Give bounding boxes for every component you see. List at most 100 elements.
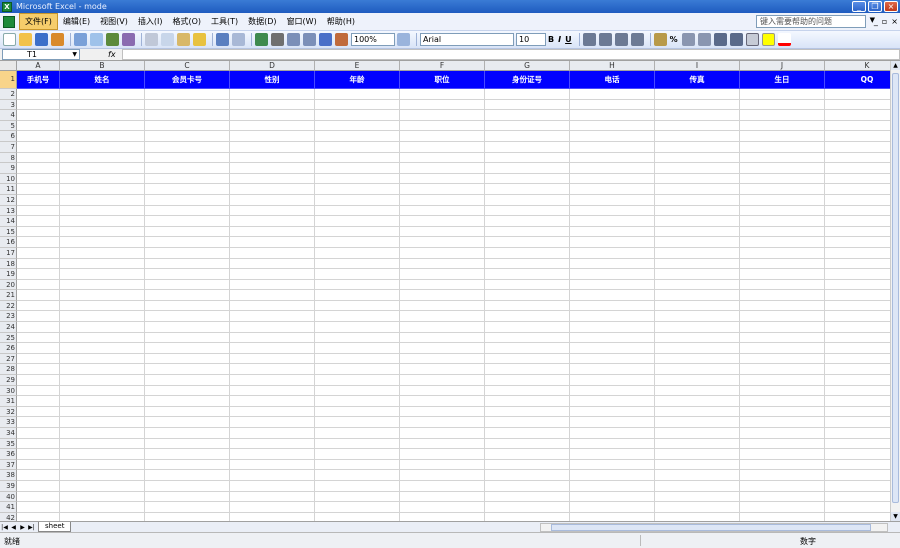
horizontal-scroll-thumb[interactable]	[551, 524, 871, 531]
cell-e15[interactable]	[315, 226, 400, 238]
workbook-restore-button[interactable]: ▫	[882, 17, 887, 26]
cell-a8[interactable]	[17, 152, 60, 164]
cell-a39[interactable]	[17, 480, 60, 492]
cell-e17[interactable]	[315, 247, 400, 259]
cell-j1[interactable]: 生日	[740, 71, 825, 89]
cell-h41[interactable]	[570, 502, 655, 513]
cell-j31[interactable]	[740, 396, 825, 407]
cell-b39[interactable]	[60, 480, 145, 492]
cell-f10[interactable]	[400, 173, 485, 185]
cell-k23[interactable]	[825, 311, 890, 323]
cell-a2[interactable]	[17, 89, 60, 100]
cell-e31[interactable]	[315, 396, 400, 407]
italic-button[interactable]: I	[558, 35, 561, 44]
row-header[interactable]: 23	[0, 311, 17, 323]
cell-i17[interactable]	[655, 247, 740, 259]
sort-ascending-icon[interactable]	[287, 33, 300, 46]
chart-wizard-icon[interactable]	[319, 33, 332, 46]
align-left-icon[interactable]	[582, 33, 596, 46]
cell-j2[interactable]	[740, 89, 825, 100]
cell-a3[interactable]	[17, 99, 60, 111]
cell-g10[interactable]	[485, 173, 570, 185]
cell-g33[interactable]	[485, 417, 570, 428]
cell-k29[interactable]	[825, 375, 890, 386]
menu-data[interactable]: 数据(D)	[243, 14, 281, 29]
column-header-f[interactable]: F	[400, 61, 485, 71]
cell-e9[interactable]	[315, 163, 400, 174]
cell-f40[interactable]	[400, 491, 485, 503]
decrease-decimal-icon[interactable]	[697, 33, 711, 46]
cell-f27[interactable]	[400, 353, 485, 365]
cell-a18[interactable]	[17, 258, 60, 270]
cell-b22[interactable]	[60, 300, 145, 312]
cell-b21[interactable]	[60, 290, 145, 301]
row-header[interactable]: 28	[0, 364, 17, 376]
font-size-select[interactable]: 10	[516, 33, 546, 46]
cell-d32[interactable]	[230, 406, 315, 418]
paste-icon[interactable]	[177, 33, 190, 46]
cell-d6[interactable]	[230, 131, 315, 142]
cell-d40[interactable]	[230, 491, 315, 503]
cell-a26[interactable]	[17, 343, 60, 354]
cell-k21[interactable]	[825, 290, 890, 301]
column-header-k[interactable]: K	[825, 61, 890, 71]
cell-k16[interactable]	[825, 237, 890, 248]
cell-h4[interactable]	[570, 110, 655, 121]
cell-a31[interactable]	[17, 396, 60, 407]
column-header-h[interactable]: H	[570, 61, 655, 71]
cell-f3[interactable]	[400, 99, 485, 111]
cell-i28[interactable]	[655, 364, 740, 376]
cell-k34[interactable]	[825, 428, 890, 439]
row-header[interactable]: 4	[0, 110, 17, 121]
cell-c6[interactable]	[145, 131, 230, 142]
cell-k10[interactable]	[825, 174, 890, 185]
cell-j26[interactable]	[740, 343, 825, 354]
row-header[interactable]: 10	[0, 173, 17, 185]
cell-c28[interactable]	[145, 364, 230, 376]
cell-i26[interactable]	[655, 343, 740, 354]
cell-a10[interactable]	[17, 173, 60, 185]
row-header[interactable]: 27	[0, 353, 17, 365]
cell-g14[interactable]	[485, 216, 570, 227]
cell-e3[interactable]	[315, 99, 400, 111]
column-header-j[interactable]: J	[740, 61, 825, 71]
cell-c26[interactable]	[145, 343, 230, 354]
cell-i18[interactable]	[655, 258, 740, 270]
cell-k26[interactable]	[825, 343, 890, 354]
cell-f29[interactable]	[400, 375, 485, 386]
cell-h2[interactable]	[570, 89, 655, 100]
cell-h29[interactable]	[570, 375, 655, 386]
new-icon[interactable]	[3, 33, 16, 46]
currency-icon[interactable]	[653, 33, 667, 46]
horizontal-scrollbar[interactable]	[540, 523, 888, 532]
cell-j18[interactable]	[740, 258, 825, 270]
cell-d4[interactable]	[230, 110, 315, 121]
cell-d17[interactable]	[230, 247, 315, 259]
cell-j10[interactable]	[740, 173, 825, 185]
cell-b32[interactable]	[60, 406, 145, 418]
cell-c11[interactable]	[145, 184, 230, 195]
cell-i4[interactable]	[655, 110, 740, 121]
cell-h8[interactable]	[570, 152, 655, 164]
cell-e2[interactable]	[315, 89, 400, 100]
sort-descending-icon[interactable]	[303, 33, 316, 46]
cell-c8[interactable]	[145, 152, 230, 164]
cell-d24[interactable]	[230, 322, 315, 333]
cell-f41[interactable]	[400, 502, 485, 513]
cell-i23[interactable]	[655, 311, 740, 323]
cell-e8[interactable]	[315, 152, 400, 164]
cell-f13[interactable]	[400, 205, 485, 217]
row-header[interactable]: 20	[0, 279, 17, 291]
cell-c1[interactable]: 会员卡号	[145, 71, 230, 89]
cell-b23[interactable]	[60, 311, 145, 323]
scroll-up-icon[interactable]: ▲	[891, 61, 900, 70]
cell-b8[interactable]	[60, 152, 145, 164]
cell-b3[interactable]	[60, 99, 145, 111]
cell-k11[interactable]	[825, 184, 890, 195]
cell-a14[interactable]	[17, 216, 60, 227]
cell-c24[interactable]	[145, 322, 230, 333]
cell-k12[interactable]	[825, 195, 890, 206]
cell-c39[interactable]	[145, 480, 230, 492]
cell-f6[interactable]	[400, 131, 485, 142]
cell-e36[interactable]	[315, 449, 400, 460]
